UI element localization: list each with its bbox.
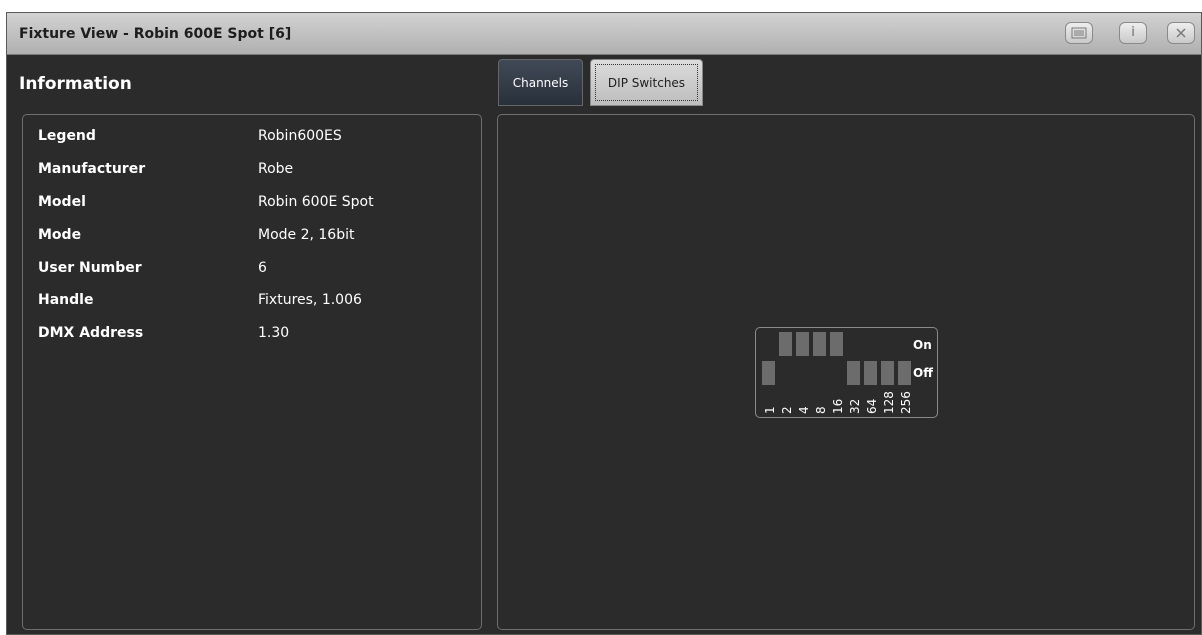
dip-switch-value-label: 32 bbox=[848, 398, 862, 414]
menu-button[interactable] bbox=[1065, 22, 1093, 44]
info-row-manufacturer: Manufacturer Robe bbox=[23, 161, 481, 181]
dip-switch-value-label: 2 bbox=[780, 406, 794, 414]
info-value: Robin 600E Spot bbox=[258, 194, 374, 210]
close-icon bbox=[1176, 28, 1186, 38]
info-button[interactable]: i bbox=[1119, 22, 1147, 44]
dip-switch-block: On Off 1 2 4 8 16 32 64 128 256 bbox=[755, 327, 938, 418]
info-row-model: Model Robin 600E Spot bbox=[23, 194, 481, 214]
dip-switch-64[interactable] bbox=[864, 361, 877, 385]
dip-on-label: On bbox=[913, 338, 932, 352]
info-label: Model bbox=[38, 194, 86, 210]
dip-switch-value-label: 16 bbox=[831, 398, 845, 414]
info-value: Fixtures, 1.006 bbox=[258, 292, 362, 308]
info-label: Manufacturer bbox=[38, 161, 146, 177]
window-title: Fixture View - Robin 600E Spot [6] bbox=[19, 26, 292, 42]
information-panel: Legend Robin600ES Manufacturer Robe Mode… bbox=[22, 114, 482, 630]
dip-off-label: Off bbox=[913, 366, 933, 380]
dip-switch-value-label: 1 bbox=[763, 406, 777, 414]
info-label: User Number bbox=[38, 260, 142, 276]
dip-switches-panel: On Off 1 2 4 8 16 32 64 128 256 bbox=[497, 114, 1195, 630]
dip-switch-4[interactable] bbox=[796, 332, 809, 356]
info-label: Legend bbox=[38, 128, 96, 144]
fixture-view-window: Fixture View - Robin 600E Spot [6] i Inf… bbox=[6, 12, 1202, 635]
dip-switch-1[interactable] bbox=[762, 361, 775, 385]
dip-switch-16[interactable] bbox=[830, 332, 843, 356]
dip-switch-value-label: 64 bbox=[865, 398, 879, 414]
menu-icon bbox=[1071, 27, 1087, 39]
info-value: 6 bbox=[258, 260, 267, 276]
info-row-handle: Handle Fixtures, 1.006 bbox=[23, 292, 481, 312]
dip-switch-128[interactable] bbox=[881, 361, 894, 385]
close-button[interactable] bbox=[1167, 22, 1195, 44]
info-value: 1.30 bbox=[258, 325, 290, 341]
dip-switch-8[interactable] bbox=[813, 332, 826, 356]
dip-switch-2[interactable] bbox=[779, 332, 792, 356]
tab-channels[interactable]: Channels bbox=[498, 59, 583, 106]
dip-switch-32[interactable] bbox=[847, 361, 860, 385]
info-row-legend: Legend Robin600ES bbox=[23, 128, 481, 148]
info-value: Robin600ES bbox=[258, 128, 342, 144]
dip-switch-value-label: 4 bbox=[797, 406, 811, 414]
info-label: Handle bbox=[38, 292, 94, 308]
info-icon: i bbox=[1131, 25, 1135, 40]
dip-switch-value-label: 8 bbox=[814, 406, 828, 414]
tab-label: Channels bbox=[512, 76, 569, 90]
tab-dip-switches[interactable]: DIP Switches bbox=[590, 59, 703, 106]
dip-switch-value-label: 128 bbox=[882, 391, 896, 414]
info-row-user-number: User Number 6 bbox=[23, 260, 481, 280]
dip-switch-256[interactable] bbox=[898, 361, 911, 385]
info-row-mode: Mode Mode 2, 16bit bbox=[23, 227, 481, 247]
title-bar[interactable]: Fixture View - Robin 600E Spot [6] i bbox=[7, 13, 1201, 55]
info-value: Robe bbox=[258, 161, 294, 177]
info-row-dmx-address: DMX Address 1.30 bbox=[23, 325, 481, 345]
dip-switch-value-label: 256 bbox=[899, 391, 913, 414]
focus-outline bbox=[595, 64, 698, 101]
info-label: DMX Address bbox=[38, 325, 144, 341]
info-label: Mode bbox=[38, 227, 82, 243]
info-value: Mode 2, 16bit bbox=[258, 227, 355, 243]
information-heading: Information bbox=[19, 74, 132, 94]
